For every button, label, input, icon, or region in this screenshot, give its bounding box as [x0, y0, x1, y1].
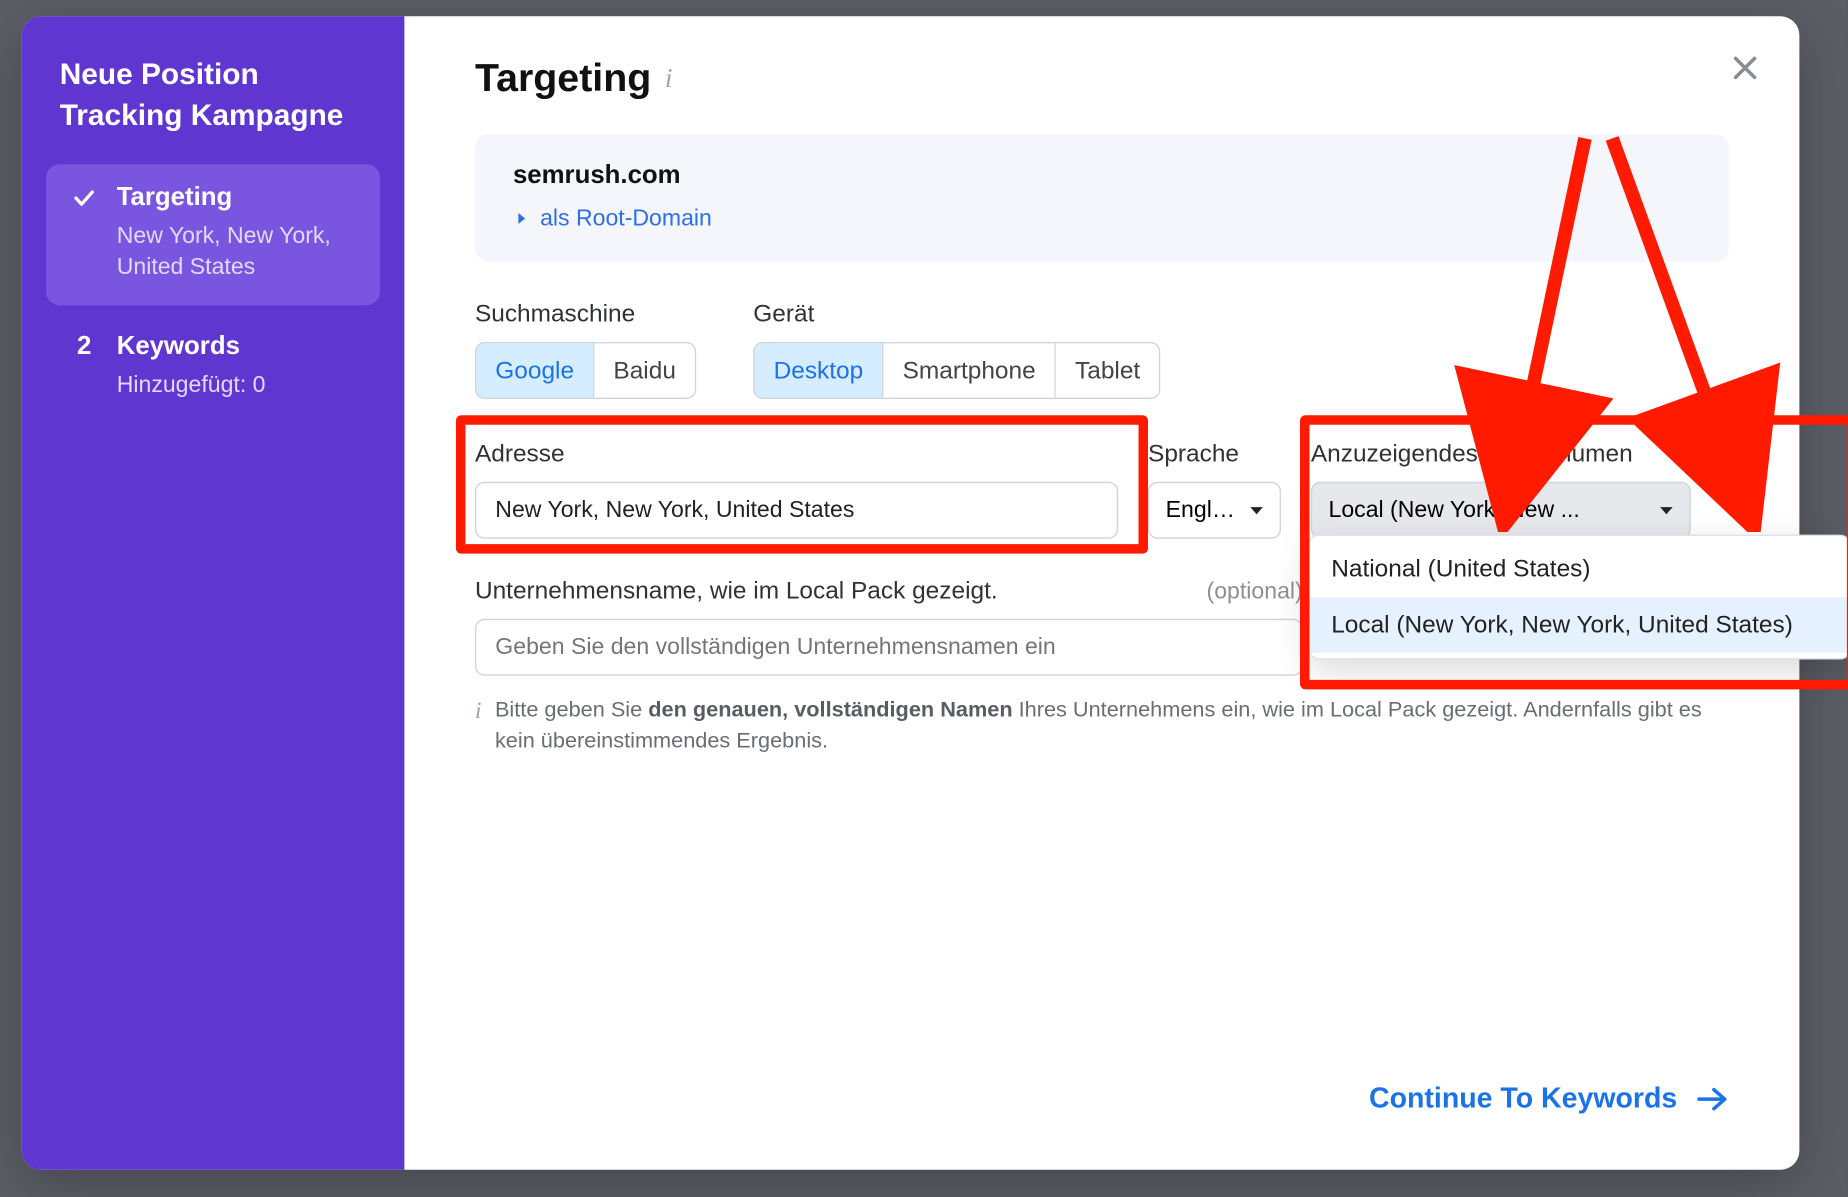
search-engine-baidu[interactable]: Baidu [594, 343, 694, 397]
step-label: Targeting [117, 184, 233, 214]
search-engine-options: Google Baidu [475, 342, 696, 399]
language-field: Sprache English [1148, 440, 1281, 539]
search-volume-select[interactable]: Local (New York, New ... [1311, 482, 1691, 539]
page-title-text: Targeting [475, 57, 651, 102]
address-field: Adresse [475, 440, 1118, 539]
business-name-help: i Bitte geben Sie den genauen, vollständ… [475, 695, 1729, 758]
search-volume-field: Anzuzeigendes Suchvolumen Local (New Yor… [1311, 440, 1691, 539]
optional-hint: (optional) [1207, 578, 1303, 605]
device-options: Desktop Smartphone Tablet [753, 342, 1160, 399]
step-keywords[interactable]: 2 Keywords Hinzugefügt: 0 [46, 314, 380, 424]
wizard-sidebar: Neue Position Tracking Kampagne Targetin… [22, 16, 405, 1169]
arrow-right-icon [1696, 1086, 1729, 1113]
device-desktop[interactable]: Desktop [755, 343, 884, 397]
field-label: Unternehmensname, wie im Local Pack geze… [475, 577, 998, 605]
step-subtitle: New York, New York, United States [117, 222, 356, 284]
language-select[interactable]: English [1148, 482, 1281, 539]
main-panel: Targeting i semrush.com als Root-Domain … [404, 16, 1799, 1169]
domain-card: semrush.com als Root-Domain [475, 134, 1729, 262]
device-field: Gerät Desktop Smartphone Tablet [753, 300, 1160, 399]
volume-option-national[interactable]: National (United States) [1310, 541, 1848, 597]
device-tablet[interactable]: Tablet [1056, 343, 1159, 397]
search-engine-field: Suchmaschine Google Baidu [475, 300, 696, 399]
address-input[interactable] [475, 482, 1118, 539]
volume-option-local[interactable]: Local (New York, New York, United States… [1310, 597, 1848, 653]
step-label: Keywords [117, 333, 240, 363]
device-smartphone[interactable]: Smartphone [884, 343, 1056, 397]
check-icon [71, 186, 98, 210]
sidebar-title: Neue Position Tracking Kampagne [60, 54, 367, 135]
domain-name: semrush.com [513, 161, 1691, 191]
page-title: Targeting i [475, 57, 1729, 102]
field-label: Anzuzeigendes Suchvolumen [1311, 440, 1691, 468]
field-label: Sprache [1148, 440, 1281, 468]
chevron-down-icon [1657, 501, 1676, 520]
info-icon: i [475, 695, 481, 758]
close-button[interactable] [1723, 46, 1766, 89]
field-label: Suchmaschine [475, 300, 696, 328]
field-label: Gerät [753, 300, 1160, 328]
help-text-bold: den genauen, vollständigen Namen [648, 699, 1012, 722]
chevron-down-icon [1247, 501, 1266, 520]
field-label: Adresse [475, 440, 1118, 468]
info-icon[interactable]: i [665, 64, 673, 95]
step-number: 2 [71, 333, 98, 363]
business-name-label-row: Unternehmensname, wie im Local Pack geze… [475, 577, 1303, 605]
chevron-right-icon [513, 210, 529, 226]
modal-dialog: Neue Position Tracking Kampagne Targetin… [22, 16, 1800, 1169]
domain-link-label: als Root-Domain [540, 205, 712, 232]
step-subtitle: Hinzugefügt: 0 [117, 371, 356, 402]
help-text: Bitte geben Sie [495, 699, 648, 722]
search-volume-dropdown: National (United States) Local (New York… [1308, 535, 1848, 660]
language-value: English [1166, 497, 1237, 524]
domain-type-link[interactable]: als Root-Domain [513, 205, 1691, 232]
continue-button[interactable]: Continue To Keywords [1369, 1083, 1729, 1116]
step-targeting[interactable]: Targeting New York, New York, United Sta… [46, 165, 380, 306]
search-engine-google[interactable]: Google [476, 343, 594, 397]
continue-label: Continue To Keywords [1369, 1083, 1677, 1116]
business-name-input[interactable] [475, 619, 1303, 676]
search-volume-value: Local (New York, New ... [1329, 497, 1580, 524]
